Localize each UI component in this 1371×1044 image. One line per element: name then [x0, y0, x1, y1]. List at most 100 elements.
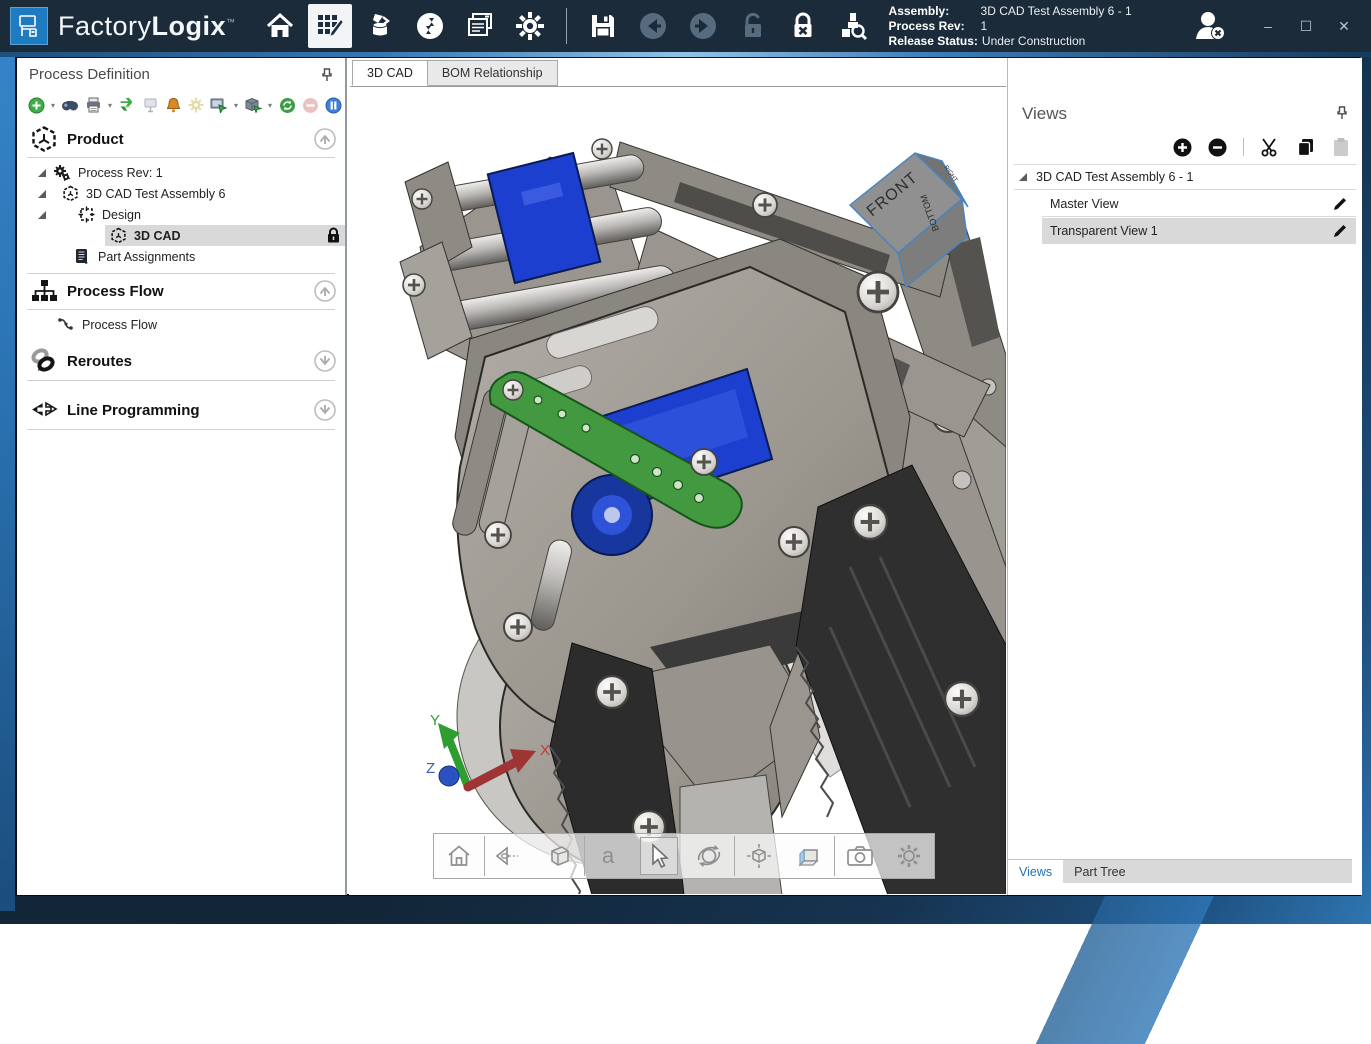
orbit-button[interactable] — [684, 834, 734, 878]
divider — [27, 157, 335, 158]
section-product[interactable]: Product — [17, 122, 347, 156]
settings-dim-icon[interactable] — [187, 96, 205, 114]
deploy-icon[interactable] — [210, 96, 228, 114]
alerts-icon[interactable] — [164, 96, 182, 114]
remove-view-button[interactable] — [1208, 138, 1227, 157]
process-design-button[interactable] — [308, 4, 352, 48]
expander-icon[interactable] — [37, 210, 47, 220]
view-direction-icon — [494, 844, 524, 868]
views-root-label: 3D CAD Test Assembly 6 - 1 — [1036, 170, 1193, 184]
design-icon — [77, 206, 95, 224]
views-tree-root[interactable]: 3D CAD Test Assembly 6 - 1 — [1014, 164, 1356, 190]
collapse-up-icon[interactable] — [313, 279, 337, 303]
minimize-button[interactable]: – — [1251, 12, 1285, 40]
view-row-master[interactable]: Master View — [1042, 191, 1356, 217]
print-icon[interactable] — [84, 96, 102, 114]
user-icon — [1192, 9, 1230, 43]
section-reroutes[interactable]: Reroutes — [17, 344, 347, 378]
labels-button[interactable]: a — [585, 834, 635, 878]
print-caret-icon[interactable]: ▾ — [108, 101, 112, 110]
active-tool-box — [640, 837, 678, 875]
view-label: Transparent View 1 — [1050, 224, 1158, 238]
view-row-transparent[interactable]: Transparent View 1 — [1042, 218, 1356, 244]
paste-button[interactable] — [1332, 137, 1350, 157]
package-icon[interactable] — [244, 96, 262, 114]
expander-icon[interactable] — [1018, 172, 1028, 182]
explode-button[interactable] — [735, 834, 785, 878]
expander-icon[interactable] — [37, 189, 47, 199]
collapse-up-icon[interactable] — [313, 127, 337, 151]
tree-item-label: Part Assignments — [98, 250, 195, 264]
home-button[interactable] — [258, 4, 302, 48]
home-view-button[interactable] — [434, 834, 484, 878]
3d-viewport[interactable]: FRONT BOTTOM RIGHT Y X Z — [350, 86, 1006, 894]
tab-bom-relationship[interactable]: BOM Relationship — [427, 60, 558, 86]
stop-icon[interactable] — [301, 96, 319, 114]
tab-part-tree[interactable]: Part Tree — [1063, 860, 1136, 883]
add-caret-icon[interactable]: ▾ — [51, 101, 55, 110]
tree-item-process-flow[interactable]: Process Flow — [57, 314, 157, 335]
explode-icon — [745, 843, 773, 869]
reports-button[interactable] — [458, 4, 502, 48]
back-button[interactable] — [631, 4, 675, 48]
expander-icon[interactable] — [37, 168, 47, 178]
expand-down-icon[interactable] — [313, 349, 337, 373]
edit-pencil-icon[interactable] — [1332, 223, 1348, 239]
exchange-button[interactable] — [408, 4, 452, 48]
find-icon[interactable] — [61, 96, 79, 114]
toolbar-separator — [1243, 138, 1244, 156]
section-line-programming[interactable]: Line Programming — [17, 393, 347, 427]
user-logout-button[interactable] — [1189, 4, 1233, 48]
add-icon[interactable] — [27, 96, 45, 114]
select-cursor-button[interactable] — [634, 834, 684, 878]
tree-item-design[interactable]: Design — [37, 204, 141, 225]
settings-button[interactable] — [508, 4, 552, 48]
snapshot-button[interactable] — [835, 834, 885, 878]
tab-views[interactable]: Views — [1008, 860, 1063, 883]
unlock-button[interactable] — [731, 4, 775, 48]
feeders-button[interactable] — [358, 4, 402, 48]
save-icon — [589, 12, 617, 40]
process-rev-value: 1 — [981, 19, 988, 34]
forward-button[interactable] — [681, 4, 725, 48]
tab-3d-cad[interactable]: 3D CAD — [352, 60, 428, 86]
section-button[interactable] — [784, 834, 834, 878]
pin-icon[interactable] — [1336, 106, 1348, 120]
tree-item-3d-cad[interactable]: 3D CAD — [105, 225, 345, 246]
section-process-flow[interactable]: Process Flow — [17, 274, 347, 308]
back-icon — [637, 10, 669, 42]
lock-cancel-button[interactable] — [781, 4, 825, 48]
save-button[interactable] — [581, 4, 625, 48]
feeder-icon — [365, 11, 395, 41]
analyze-button[interactable] — [831, 4, 875, 48]
tree-item-label: 3D CAD — [134, 229, 181, 243]
refresh-icon[interactable] — [278, 96, 296, 114]
sign-icon[interactable] — [141, 96, 159, 114]
add-view-button[interactable] — [1173, 138, 1192, 157]
assembly-label: Assembly: — [889, 4, 981, 19]
snapshot-icon — [846, 844, 874, 868]
expand-down-icon[interactable] — [313, 398, 337, 422]
copy-button[interactable] — [1296, 137, 1316, 157]
svg-text:a: a — [602, 843, 615, 868]
view-direction-button[interactable] — [485, 834, 535, 878]
axis-x-label: X — [540, 742, 550, 759]
close-button[interactable]: ✕ — [1327, 12, 1361, 40]
pin-icon[interactable] — [321, 68, 333, 82]
edit-pencil-icon[interactable] — [1332, 196, 1348, 212]
isometric-button[interactable] — [534, 834, 584, 878]
factorylogix-logo-icon — [16, 13, 42, 39]
sync-parts-icon[interactable] — [118, 96, 136, 114]
pause-icon[interactable] — [324, 96, 342, 114]
tree-item-part-assignments[interactable]: Part Assignments — [73, 246, 195, 267]
package-caret-icon[interactable]: ▾ — [268, 101, 272, 110]
tree-item-assembly[interactable]: 3D CAD Test Assembly 6 — [37, 183, 225, 204]
titlebar: FactoryLogix™ — [0, 0, 1371, 52]
viewport-settings-button[interactable] — [884, 834, 934, 878]
cut-button[interactable] — [1260, 138, 1280, 157]
titlebar-separator — [566, 8, 567, 44]
views-panel: Views 3D CAD Test Assembly 6 - 1 Master … — [1008, 58, 1362, 895]
deploy-caret-icon[interactable]: ▾ — [234, 101, 238, 110]
tree-item-process-rev[interactable]: Process Rev: 1 — [37, 162, 163, 183]
maximize-button[interactable]: ☐ — [1289, 12, 1323, 40]
